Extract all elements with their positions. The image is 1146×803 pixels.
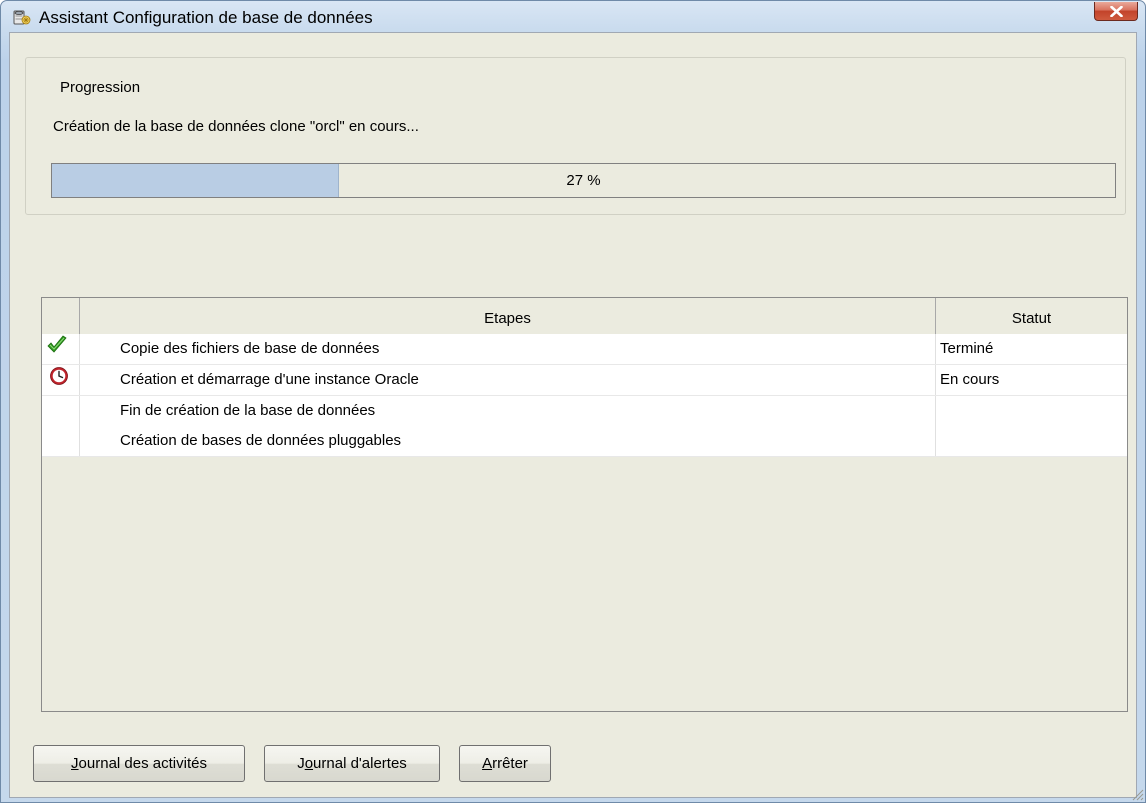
column-divider xyxy=(935,426,936,456)
button-label-prefix: J xyxy=(297,755,305,772)
progress-percent: 27 % xyxy=(566,172,601,189)
button-label: urnal d'alertes xyxy=(313,755,407,772)
title-bar[interactable]: Assistant Configuration de base de donné… xyxy=(1,1,1145,33)
close-icon xyxy=(1110,6,1123,17)
step-label: Création de bases de données pluggables xyxy=(120,432,402,449)
step-status: En cours xyxy=(940,371,1000,388)
table-row[interactable]: Copie des fichiers de base de données Te… xyxy=(42,334,1127,365)
button-label: rrêter xyxy=(492,755,528,772)
row-icon-cell xyxy=(42,334,80,364)
progress-bar: 27 % xyxy=(51,163,1116,198)
activity-log-button[interactable]: Journal des activités xyxy=(33,745,245,782)
table-row[interactable]: Création et démarrage d'une instance Ora… xyxy=(42,365,1127,396)
table-header: Etapes Statut xyxy=(42,298,1127,335)
close-button[interactable] xyxy=(1094,2,1138,21)
mnemonic: J xyxy=(71,755,79,772)
header-icon-column[interactable] xyxy=(42,298,80,334)
column-divider xyxy=(935,396,936,426)
step-label: Création et démarrage d'une instance Ora… xyxy=(120,371,419,388)
step-status: Terminé xyxy=(940,340,994,357)
button-label: ournal des activités xyxy=(78,755,207,772)
column-divider xyxy=(935,365,936,395)
steps-table: Etapes Statut Copie des fichiers de base… xyxy=(41,297,1128,712)
table-row[interactable]: Fin de création de la base de données xyxy=(42,396,1127,427)
step-label: Fin de création de la base de données xyxy=(120,402,376,419)
column-divider xyxy=(935,334,936,364)
alert-log-button[interactable]: Journal d'alertes xyxy=(264,745,440,782)
row-icon-cell xyxy=(42,396,80,426)
database-wizard-icon xyxy=(13,10,31,25)
mnemonic: A xyxy=(482,755,493,772)
stop-button[interactable]: Arrêter xyxy=(459,745,551,782)
row-icon-cell xyxy=(42,365,80,395)
row-icon-cell xyxy=(42,426,80,456)
step-label: Copie des fichiers de base de données xyxy=(120,340,380,357)
window-title: Assistant Configuration de base de donné… xyxy=(39,8,373,27)
mnemonic: o xyxy=(304,755,314,772)
checkmark-icon xyxy=(47,335,67,353)
status-message: Création de la base de données clone "or… xyxy=(53,118,419,135)
header-steps[interactable]: Etapes xyxy=(80,298,936,334)
resize-grip-icon[interactable] xyxy=(1130,787,1144,801)
table-row[interactable]: Création de bases de données pluggables xyxy=(42,426,1127,457)
header-status[interactable]: Statut xyxy=(936,298,1127,334)
clock-icon xyxy=(50,367,68,385)
progress-legend: Progression xyxy=(54,79,147,96)
